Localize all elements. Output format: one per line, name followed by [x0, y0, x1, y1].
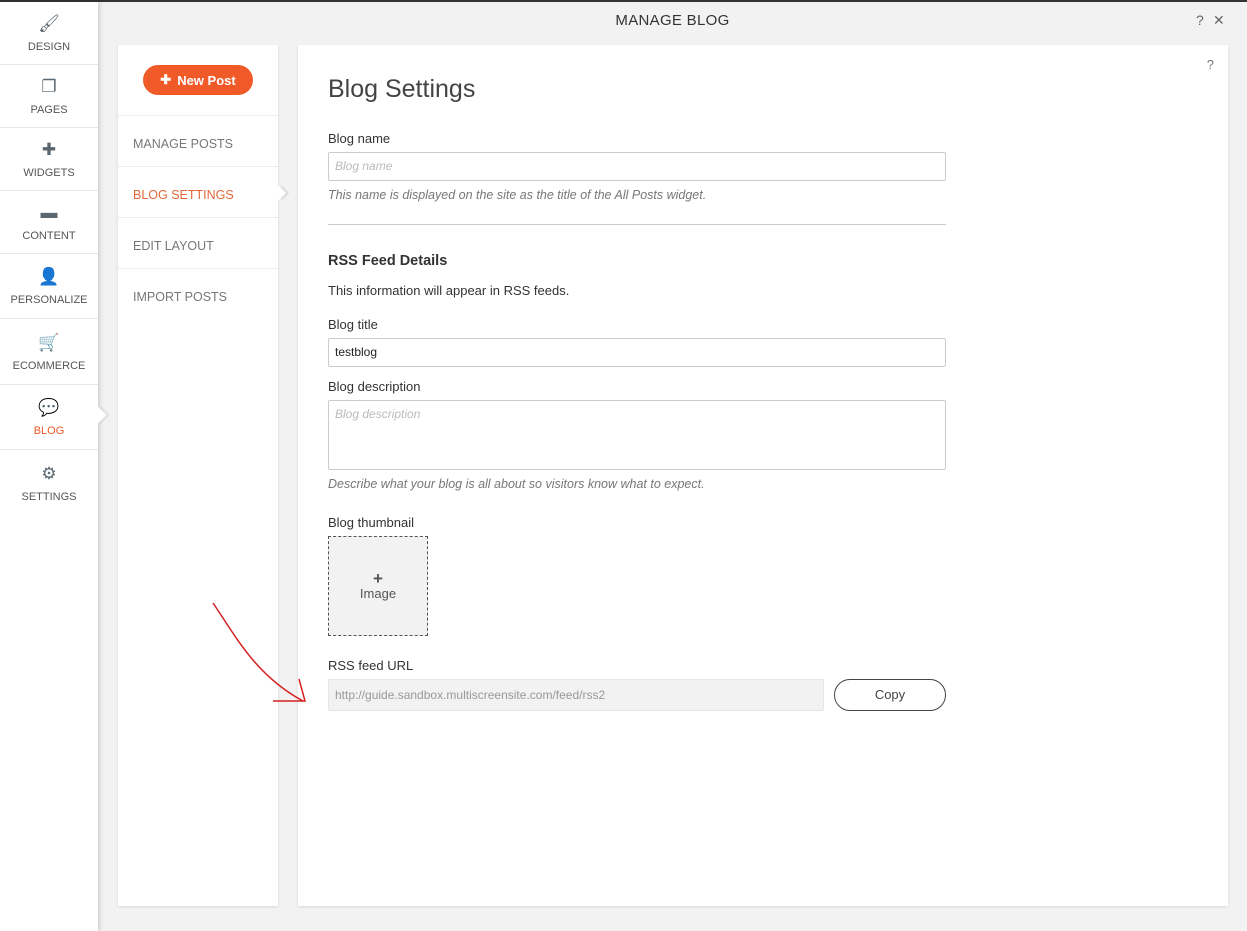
copy-button[interactable]: Copy: [834, 679, 946, 711]
rss-heading: RSS Feed Details: [328, 253, 448, 269]
plus-icon: ✚: [160, 72, 172, 87]
placeholder: Blog description: [335, 407, 421, 421]
sidebar-item-ecommerce[interactable]: 🛒 ECOMMERCE: [0, 319, 98, 385]
rss-url-field[interactable]: http://guide.sandbox.multiscreensite.com…: [328, 679, 824, 711]
cart-icon: 🛒: [38, 332, 60, 352]
sidebar-item-settings[interactable]: ⚙ SETTINGS: [0, 450, 98, 516]
sidebar-item-blog[interactable]: 💬 BLOG: [0, 385, 98, 450]
placeholder: Blog name: [335, 159, 393, 173]
subnav-blog-settings[interactable]: BLOG SETTINGS: [118, 166, 278, 217]
blog-description-label: Blog description: [328, 379, 421, 394]
folder-icon: ▬: [40, 203, 58, 222]
main-sidebar: 🖌 DESIGN ❐ PAGES ✚ WIDGETS ▬ CONTENT 👤 PERSON…: [0, 2, 98, 931]
blog-subnav: ✚ New Post MANAGE POSTS BLOG SETTINGS EDI…: [118, 45, 278, 906]
blog-description-textarea[interactable]: Blog description: [328, 400, 946, 470]
brush-icon: 🖌: [38, 14, 60, 33]
image-label: Image: [359, 585, 397, 601]
sidebar-item-label: SETTINGS: [21, 491, 77, 503]
sidebar-item-label: ECOMMERCE: [12, 359, 86, 372]
rss-subtext: This information will appear in RSS feed…: [328, 283, 570, 298]
sidebar-item-label: BLOG: [33, 425, 65, 437]
sidebar-item-widgets[interactable]: ✚ WIDGETS: [0, 128, 98, 191]
plus-icon: +: [373, 568, 383, 588]
subnav-edit-layout[interactable]: EDIT LAYOUT: [118, 217, 278, 268]
blog-description-help: Describe what your blog is all about so …: [328, 477, 705, 491]
sidebar-item-label: DESIGN: [27, 41, 71, 53]
blog-settings-panel: ? Blog Settings Blog name Blog name This…: [298, 45, 1228, 906]
new-post-label: New Post: [177, 72, 236, 88]
sidebar-item-pages[interactable]: ❐ PAGES: [0, 65, 98, 128]
rss-url-label: RSS feed URL: [328, 658, 414, 673]
blog-name-label: Blog name: [328, 131, 391, 146]
help-icon[interactable]: ?: [1196, 12, 1204, 28]
chat-bubble-icon: 💬: [38, 398, 60, 417]
page-title: MANAGE BLOG: [615, 12, 730, 29]
close-icon[interactable]: ✕: [1213, 12, 1225, 29]
blog-title-label: Blog title: [328, 317, 378, 332]
sidebar-item-label: WIDGETS: [23, 167, 75, 179]
help-icon[interactable]: ?: [1207, 57, 1214, 72]
blog-thumbnail-label: Blog thumbnail: [328, 515, 414, 530]
user-icon: 👤: [38, 267, 60, 286]
subnav-manage-posts[interactable]: MANAGE POSTS: [118, 115, 278, 166]
sidebar-item-personalize[interactable]: 👤 PERSONALIZE: [0, 254, 98, 319]
image-upload-button[interactable]: + Image: [328, 536, 428, 636]
annotation-arrow-icon: [212, 602, 306, 702]
sidebar-item-label: CONTENT: [22, 230, 76, 242]
plus-icon: ✚: [41, 140, 57, 159]
sidebar-item-label: PERSONALIZE: [10, 294, 88, 306]
gear-icon: ⚙: [41, 464, 57, 483]
window-top-border: [0, 0, 1247, 2]
subnav-import-posts[interactable]: IMPORT POSTS: [118, 268, 278, 319]
blog-name-help: This name is displayed on the site as th…: [328, 188, 707, 202]
new-post-button[interactable]: ✚ New Post: [143, 65, 253, 95]
blog-name-input[interactable]: Blog name: [328, 152, 946, 181]
sidebar-item-label: PAGES: [30, 104, 68, 116]
section-title: Blog Settings: [328, 75, 476, 103]
sidebar-item-content[interactable]: ▬ CONTENT: [0, 191, 98, 254]
sidebar-item-design[interactable]: 🖌 DESIGN: [0, 2, 98, 65]
pages-icon: ❐: [41, 77, 57, 96]
divider: [328, 224, 946, 225]
blog-title-input[interactable]: testblog: [328, 338, 946, 367]
